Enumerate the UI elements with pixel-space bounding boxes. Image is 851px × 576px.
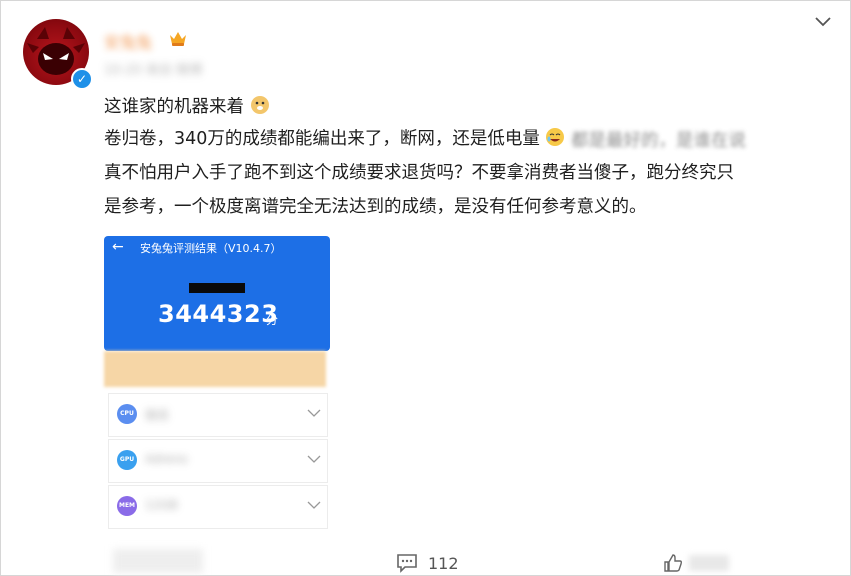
thumbs-up-icon: [664, 554, 683, 572]
like-count: [689, 555, 729, 571]
verified-badge-icon: ✓: [71, 68, 93, 90]
chevron-down-icon: [307, 455, 321, 463]
gpu-badge-icon: GPU: [117, 450, 137, 470]
app-title: 安兔兔评测结果（V10.4.7）: [140, 242, 282, 255]
blurred-text: 都是最好的，是谁在说: [571, 131, 747, 151]
spec-row-mem: MEM 12GB: [108, 485, 328, 529]
post-text: 这谁家的机器来着: [104, 97, 244, 117]
cpu-badge-icon: CPU: [117, 404, 137, 424]
spec-value: 骁龙: [145, 408, 170, 422]
comment-button[interactable]: 112: [396, 553, 459, 573]
spec-row-cpu: CPU 骁龙: [108, 393, 328, 437]
crown-icon: [170, 32, 186, 46]
benchmark-score: 3444323: [158, 300, 279, 328]
benchmark-screenshot[interactable]: ← 安兔兔评测结果（V10.4.7） 3444323 分: [104, 236, 330, 351]
comment-count: 112: [428, 553, 459, 573]
laugh-cry-emoji-icon: [546, 128, 565, 146]
spec-value: Adreno: [145, 452, 188, 466]
blurred-banner: [104, 351, 326, 387]
post-card: ✓ 安兔兔 10-20 来自 微博 这谁家的机器来着 卷归卷，340万的成绩都能…: [0, 0, 851, 576]
repost-button[interactable]: [113, 549, 203, 573]
post-text: 卷归卷，340万的成绩都能编出来了，断网，还是低电量: [104, 129, 540, 149]
chevron-down-icon: [307, 501, 321, 509]
doge-emoji-icon: [250, 96, 269, 114]
chevron-down-icon: [307, 409, 321, 417]
like-button[interactable]: [663, 553, 729, 573]
post-time: 10-20 来自 微博: [104, 63, 203, 78]
mem-badge-icon: MEM: [117, 496, 137, 516]
redaction-bar: [189, 283, 245, 293]
comment-icon: [397, 554, 417, 573]
post-text: 是参考，一个极度离谱完全无法达到的成绩，是没有任何参考意义的。: [104, 197, 647, 217]
post-text-line: 卷归卷，340万的成绩都能编出来了，断网，还是低电量 都是最好的，是谁在说: [104, 127, 746, 153]
chevron-down-icon[interactable]: [814, 16, 832, 28]
spec-value: 12GB: [145, 498, 178, 512]
back-arrow-icon: ←: [112, 239, 124, 255]
post-text: 真不怕用户入手了跑不到这个成绩要求退货吗？不要拿消费者当傻子，跑分终究只: [104, 163, 734, 183]
spec-row-gpu: GPU Adreno: [108, 439, 328, 483]
post-text-line: 这谁家的机器来着: [104, 95, 270, 119]
score-unit: 分: [266, 313, 279, 327]
